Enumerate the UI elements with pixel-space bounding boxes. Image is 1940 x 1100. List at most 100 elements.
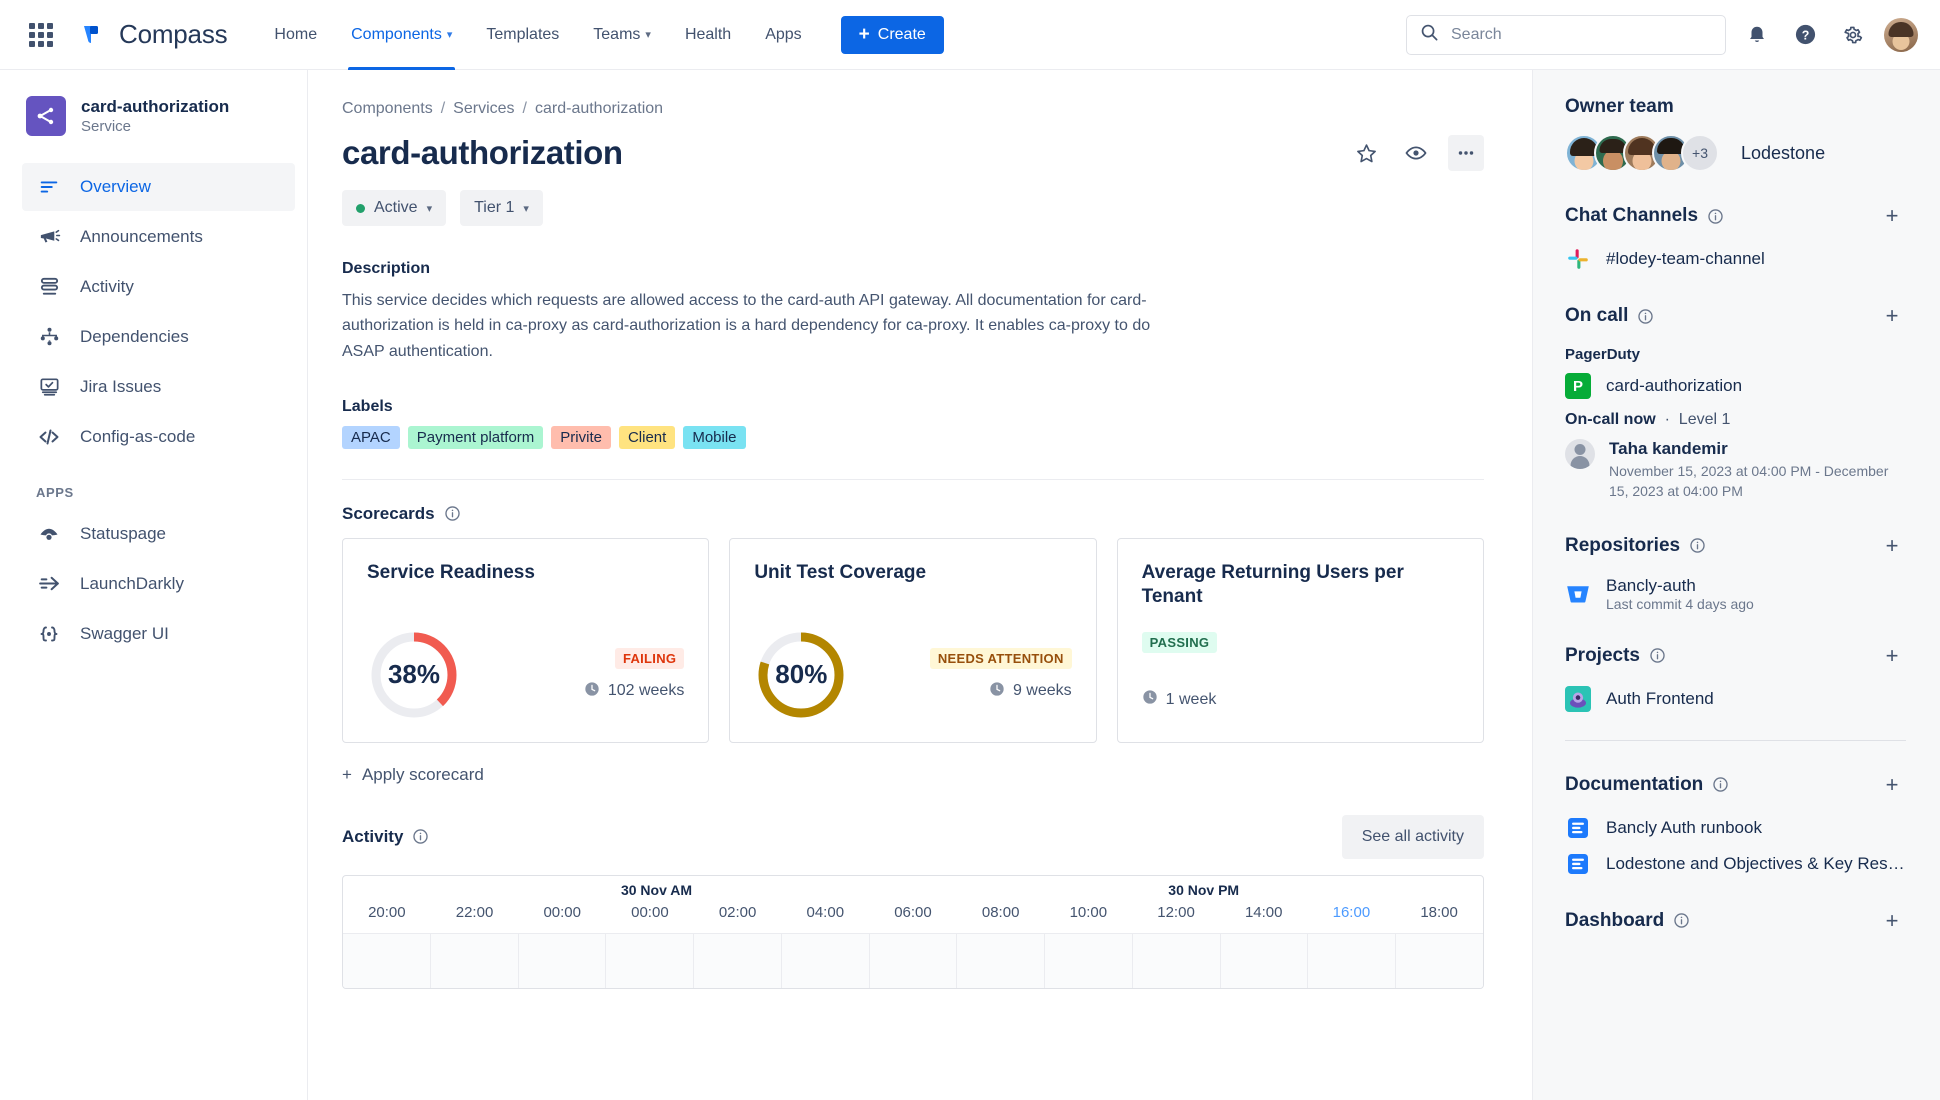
status-label: Active [374,199,418,216]
scorecard-age: 1 week [1142,689,1459,710]
apply-scorecard-button[interactable]: + Apply scorecard [342,765,1484,785]
timeline-tick: 08:00 [981,903,1020,921]
nav-templates[interactable]: Templates [469,0,576,70]
info-icon[interactable] [1689,537,1706,554]
sidebar-item-launchdarkly[interactable]: LaunchDarkly [22,560,295,608]
chat-channels-heading: Chat Channels [1565,205,1699,226]
timeline-cell [343,933,431,988]
sidebar-item-statuspage[interactable]: Statuspage [22,510,295,558]
search-box[interactable] [1406,14,1726,55]
documentation-row[interactable]: Lodestone and Objectives & Key Resul... [1565,851,1906,877]
bitbucket-icon [1565,581,1591,607]
documentation-row[interactable]: Bancly Auth runbook [1565,815,1906,841]
add-repository-button[interactable]: + [1878,532,1906,560]
sidebar-item-dependencies[interactable]: Dependencies [22,313,295,361]
brand-name: Compass [119,19,228,49]
info-icon[interactable] [1649,647,1666,664]
add-dashboard-button[interactable]: + [1878,907,1906,935]
plus-icon: + [858,24,870,45]
help-icon[interactable]: ? [1788,18,1822,52]
status-dot-icon [356,203,365,213]
notifications-icon[interactable] [1740,18,1774,52]
app-switcher-icon[interactable] [26,20,56,50]
nav-health[interactable]: Health [668,0,748,70]
sidebar-item-label: Swagger UI [80,623,169,643]
project-row[interactable]: Auth Frontend [1565,685,1906,712]
chevron-down-icon: ▾ [523,202,529,215]
star-icon[interactable] [1348,135,1384,171]
sidebar-component-header[interactable]: card-authorization Service [0,96,307,137]
sidebar-item-activity[interactable]: Activity [22,263,295,311]
see-all-activity-button[interactable]: See all activity [1341,814,1484,859]
sidebar-item-overview[interactable]: Overview [22,162,295,211]
breadcrumb-components[interactable]: Components [342,100,433,118]
timeline-day-label: 30 Nov PM [1168,881,1240,898]
label-tag[interactable]: Payment platform [407,425,544,449]
breadcrumb-services[interactable]: Services [453,100,514,118]
owner-team-row[interactable]: +3 Lodestone [1565,134,1906,172]
nav-components[interactable]: Components ▾ [334,0,469,70]
info-icon[interactable] [1637,308,1654,325]
chat-channel-row[interactable]: #lodey-team-channel [1565,246,1906,272]
page-actions [1348,135,1484,171]
divider [1565,739,1906,741]
sidebar-item-announcements[interactable]: Announcements [22,213,295,261]
timeline-tick: 00:00 [631,903,669,921]
swagger-icon [36,622,62,646]
scorecard-score: 38% [387,659,441,690]
label-tag[interactable]: Client [618,425,676,449]
breadcrumb-current[interactable]: card-authorization [535,100,663,118]
scorecard-card[interactable]: Average Returning Users per Tenant PASSI… [1116,537,1484,743]
sidebar-item-label: Announcements [80,226,203,246]
oncall-service-row[interactable]: P card-authorization [1565,373,1906,399]
info-icon[interactable] [1707,208,1724,225]
search-input[interactable] [1449,24,1712,45]
sidebar-item-jira-issues[interactable]: Jira Issues [22,363,295,411]
add-oncall-button[interactable]: + [1878,302,1906,330]
tier-dropdown[interactable]: Tier 1 ▾ [460,190,543,226]
watch-eye-icon[interactable] [1398,135,1434,171]
label-tag[interactable]: Privite [551,425,611,449]
sidebar-item-label: Activity [80,276,134,296]
sidebar-item-swagger-ui[interactable]: Swagger UI [22,610,295,658]
label-tag[interactable]: Mobile [683,425,746,449]
repository-row[interactable]: Bancly-auth Last commit 4 days ago [1565,576,1906,612]
create-button[interactable]: + Create [840,15,944,54]
info-icon[interactable] [1712,776,1729,793]
status-dropdown[interactable]: Active ▾ [342,190,447,226]
timeline-tick: 20:00 [368,903,406,921]
more-actions-icon[interactable] [1448,135,1484,171]
code-icon [36,425,62,449]
profile-avatar[interactable] [1884,17,1918,52]
timeline-tick: 00:00 [543,903,581,921]
owner-team-name[interactable]: Lodestone [1741,143,1825,164]
timeline-cell [694,933,782,988]
add-documentation-button[interactable]: + [1878,771,1906,799]
scorecard-body: 80% NEEDS ATTENTION 9 weeks [754,628,1072,722]
oncall-person-row[interactable]: Taha kandemir November 15, 2023 at 04:00… [1565,439,1906,502]
dashboard-heading-row: Dashboard + [1565,907,1906,935]
oncall-period: November 15, 2023 at 04:00 PM - December… [1609,463,1889,500]
label-tag[interactable]: APAC [342,425,400,449]
timeline-cell [1308,933,1397,988]
add-project-button[interactable]: + [1878,642,1906,670]
avatar-overflow-count[interactable]: +3 [1681,134,1719,172]
scorecard-card[interactable]: Service Readiness 38% FAILING 102 weeks [342,537,710,743]
scorecard-body: PASSING 1 week [1141,632,1459,710]
repositories-heading-row: Repositories + [1565,532,1906,560]
settings-icon[interactable] [1836,18,1870,52]
timeline-cell [782,933,870,988]
info-icon[interactable] [1673,912,1690,929]
info-icon[interactable] [412,828,429,845]
nav-home[interactable]: Home [257,0,334,70]
add-chat-channel-button[interactable]: + [1878,202,1906,230]
nav-apps[interactable]: Apps [748,0,818,70]
sidebar-item-config-as-code[interactable]: Config-as-code [22,413,295,461]
oncall-heading-row: On call + [1565,302,1906,330]
status-badge: PASSING [1141,632,1218,654]
compass-brand[interactable]: Compass [78,19,228,50]
scorecard-card[interactable]: Unit Test Coverage 80% NEEDS ATTENTION 9… [729,537,1097,743]
info-icon[interactable] [444,505,461,522]
nav-teams[interactable]: Teams ▾ [576,0,668,70]
sidebar-item-label: Jira Issues [80,376,162,396]
